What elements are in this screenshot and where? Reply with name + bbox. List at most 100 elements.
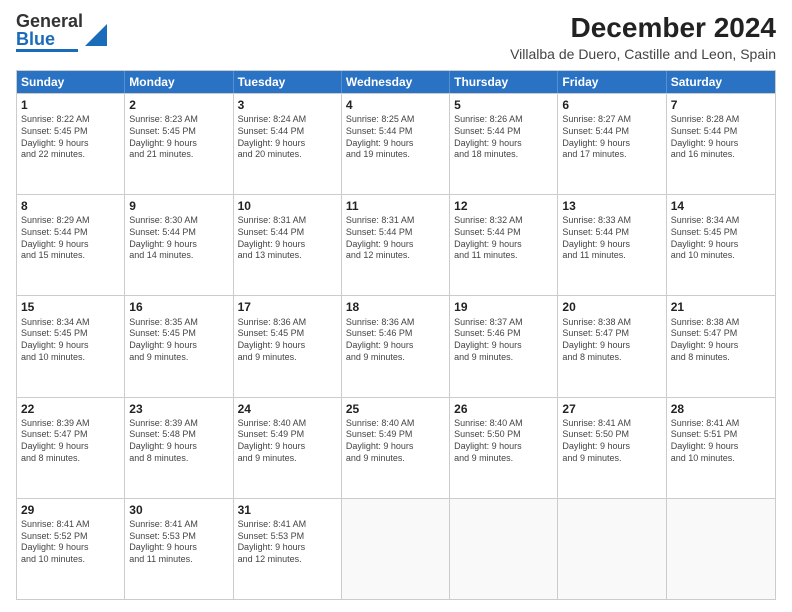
page: General Blue December 2024 Villalba de D… [0,0,792,612]
cell-info: Sunrise: 8:22 AM Sunset: 5:45 PM Dayligh… [21,114,120,161]
day-number: 30 [129,502,228,518]
table-row: 9Sunrise: 8:30 AM Sunset: 5:44 PM Daylig… [125,195,233,295]
table-row: 10Sunrise: 8:31 AM Sunset: 5:44 PM Dayli… [234,195,342,295]
cell-info: Sunrise: 8:30 AM Sunset: 5:44 PM Dayligh… [129,215,228,262]
table-row: 14Sunrise: 8:34 AM Sunset: 5:45 PM Dayli… [667,195,775,295]
header-friday: Friday [558,71,666,93]
day-number: 23 [129,401,228,417]
table-row [558,499,666,599]
logo-arrow-icon [85,24,107,46]
table-row: 12Sunrise: 8:32 AM Sunset: 5:44 PM Dayli… [450,195,558,295]
day-number: 31 [238,502,337,518]
logo-text: General Blue [16,12,83,48]
table-row: 21 Sunrise: 8:38 AM Sunset: 5:47 PM Dayli… [667,296,775,396]
cell-info: Sunrise: 8:40 AM Sunset: 5:49 PM Dayligh… [238,418,337,465]
table-row: 24Sunrise: 8:40 AM Sunset: 5:49 PM Dayli… [234,398,342,498]
table-row [667,499,775,599]
cell-info: Sunrise: 8:38 AM Sunset: 5:47 PM Dayligh… [671,317,771,364]
day-number: 9 [129,198,228,214]
cal-row-1: 1Sunrise: 8:22 AM Sunset: 5:45 PM Daylig… [17,93,775,194]
day-number: 14 [671,198,771,214]
day-number: 21 [671,299,771,315]
day-number: 17 [238,299,337,315]
cell-info: Sunrise: 8:31 AM Sunset: 5:44 PM Dayligh… [238,215,337,262]
day-number: 4 [346,97,445,113]
cell-info: Sunrise: 8:39 AM Sunset: 5:47 PM Dayligh… [21,418,120,465]
day-number: 16 [129,299,228,315]
cell-info: Sunrise: 8:34 AM Sunset: 5:45 PM Dayligh… [21,317,120,364]
cell-info: Sunrise: 8:36 AM Sunset: 5:46 PM Dayligh… [346,317,445,364]
title-block: December 2024 Villalba de Duero, Castill… [510,12,776,62]
table-row: 22Sunrise: 8:39 AM Sunset: 5:47 PM Dayli… [17,398,125,498]
table-row: 27Sunrise: 8:41 AM Sunset: 5:50 PM Dayli… [558,398,666,498]
day-number: 24 [238,401,337,417]
table-row: 3Sunrise: 8:24 AM Sunset: 5:44 PM Daylig… [234,94,342,194]
cell-info: Sunrise: 8:26 AM Sunset: 5:44 PM Dayligh… [454,114,553,161]
cell-info: Sunrise: 8:41 AM Sunset: 5:51 PM Dayligh… [671,418,771,465]
table-row: 8Sunrise: 8:29 AM Sunset: 5:44 PM Daylig… [17,195,125,295]
day-number: 28 [671,401,771,417]
cal-row-5: 29Sunrise: 8:41 AM Sunset: 5:52 PM Dayli… [17,498,775,599]
day-number: 25 [346,401,445,417]
table-row [342,499,450,599]
day-number: 2 [129,97,228,113]
table-row: 29Sunrise: 8:41 AM Sunset: 5:52 PM Dayli… [17,499,125,599]
header-sunday: Sunday [17,71,125,93]
table-row: 31Sunrise: 8:41 AM Sunset: 5:53 PM Dayli… [234,499,342,599]
header-wednesday: Wednesday [342,71,450,93]
table-row: 16Sunrise: 8:35 AM Sunset: 5:45 PM Dayli… [125,296,233,396]
cell-info: Sunrise: 8:40 AM Sunset: 5:49 PM Dayligh… [346,418,445,465]
day-number: 27 [562,401,661,417]
table-row: 6Sunrise: 8:27 AM Sunset: 5:44 PM Daylig… [558,94,666,194]
logo-general: General [16,11,83,31]
table-row: 15 Sunrise: 8:34 AM Sunset: 5:45 PM Dayli… [17,296,125,396]
calendar-body: 1Sunrise: 8:22 AM Sunset: 5:45 PM Daylig… [17,93,775,599]
day-number: 29 [21,502,120,518]
table-row: 30Sunrise: 8:41 AM Sunset: 5:53 PM Dayli… [125,499,233,599]
cell-info: Sunrise: 8:32 AM Sunset: 5:44 PM Dayligh… [454,215,553,262]
cell-info: Sunrise: 8:38 AM Sunset: 5:47 PM Dayligh… [562,317,661,364]
cell-info: Sunrise: 8:33 AM Sunset: 5:44 PM Dayligh… [562,215,661,262]
cell-info: Sunrise: 8:29 AM Sunset: 5:44 PM Dayligh… [21,215,120,262]
cell-info: Sunrise: 8:28 AM Sunset: 5:44 PM Dayligh… [671,114,771,161]
cell-info: Sunrise: 8:31 AM Sunset: 5:44 PM Dayligh… [346,215,445,262]
day-number: 19 [454,299,553,315]
cell-info: Sunrise: 8:41 AM Sunset: 5:53 PM Dayligh… [129,519,228,566]
cal-row-4: 22Sunrise: 8:39 AM Sunset: 5:47 PM Dayli… [17,397,775,498]
cell-info: Sunrise: 8:39 AM Sunset: 5:48 PM Dayligh… [129,418,228,465]
cell-info: Sunrise: 8:36 AM Sunset: 5:45 PM Dayligh… [238,317,337,364]
day-number: 13 [562,198,661,214]
table-row: 20Sunrise: 8:38 AM Sunset: 5:47 PM Dayli… [558,296,666,396]
day-number: 15 [21,299,120,315]
day-number: 11 [346,198,445,214]
day-number: 5 [454,97,553,113]
cell-info: Sunrise: 8:41 AM Sunset: 5:50 PM Dayligh… [562,418,661,465]
day-number: 3 [238,97,337,113]
header: General Blue December 2024 Villalba de D… [16,12,776,62]
calendar-header: Sunday Monday Tuesday Wednesday Thursday… [17,71,775,93]
cal-row-2: 8Sunrise: 8:29 AM Sunset: 5:44 PM Daylig… [17,194,775,295]
table-row: 25Sunrise: 8:40 AM Sunset: 5:49 PM Dayli… [342,398,450,498]
header-thursday: Thursday [450,71,558,93]
day-number: 18 [346,299,445,315]
table-row: 23Sunrise: 8:39 AM Sunset: 5:48 PM Dayli… [125,398,233,498]
day-number: 1 [21,97,120,113]
table-row: 28Sunrise: 8:41 AM Sunset: 5:51 PM Dayli… [667,398,775,498]
header-monday: Monday [125,71,233,93]
table-row: 13Sunrise: 8:33 AM Sunset: 5:44 PM Dayli… [558,195,666,295]
cal-row-3: 15 Sunrise: 8:34 AM Sunset: 5:45 PM Dayli… [17,295,775,396]
table-row: 17 Sunrise: 8:36 AM Sunset: 5:45 PM Dayli… [234,296,342,396]
header-tuesday: Tuesday [234,71,342,93]
table-row: 26Sunrise: 8:40 AM Sunset: 5:50 PM Dayli… [450,398,558,498]
table-row: 4Sunrise: 8:25 AM Sunset: 5:44 PM Daylig… [342,94,450,194]
cell-info: Sunrise: 8:27 AM Sunset: 5:44 PM Dayligh… [562,114,661,161]
table-row: 7Sunrise: 8:28 AM Sunset: 5:44 PM Daylig… [667,94,775,194]
table-row: 19 Sunrise: 8:37 AM Sunset: 5:46 PM Dayli… [450,296,558,396]
cell-info: Sunrise: 8:23 AM Sunset: 5:45 PM Dayligh… [129,114,228,161]
table-row: 1Sunrise: 8:22 AM Sunset: 5:45 PM Daylig… [17,94,125,194]
cell-info: Sunrise: 8:37 AM Sunset: 5:46 PM Dayligh… [454,317,553,364]
table-row: 18 Sunrise: 8:36 AM Sunset: 5:46 PM Dayli… [342,296,450,396]
table-row: 2Sunrise: 8:23 AM Sunset: 5:45 PM Daylig… [125,94,233,194]
header-saturday: Saturday [667,71,775,93]
table-row: 5Sunrise: 8:26 AM Sunset: 5:44 PM Daylig… [450,94,558,194]
